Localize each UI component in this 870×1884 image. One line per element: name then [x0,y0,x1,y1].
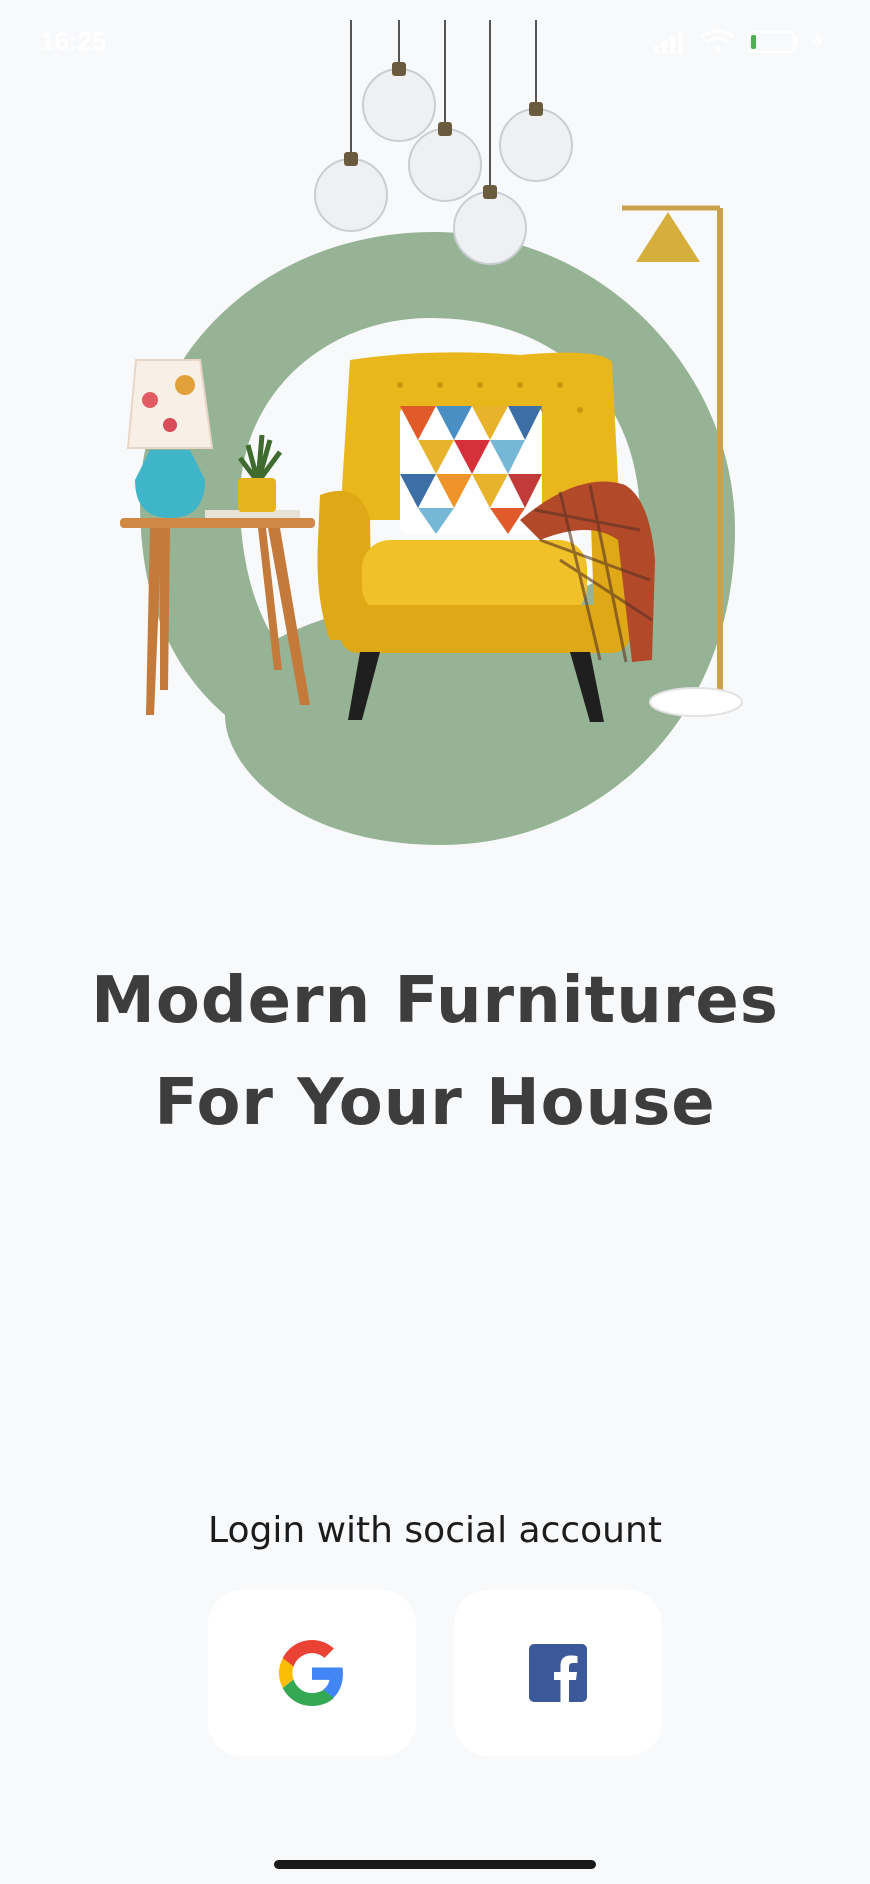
headline-line-2: For Your House [154,1066,716,1140]
battery-icon [747,31,798,53]
signal-icon [654,31,683,54]
status-time: 16:25 [40,26,107,56]
home-indicator[interactable] [274,1860,596,1869]
patterned-cushion [400,406,542,534]
headline-line-1: Modern Furnitures [91,964,779,1038]
facebook-login-button[interactable] [454,1590,662,1756]
table-lamp [126,359,214,518]
google-login-button[interactable] [208,1590,416,1756]
login-label: Login with social account [208,1510,662,1551]
status-icons [654,29,824,54]
charging-icon [812,32,824,52]
hero-illustration [0,0,870,870]
facebook-icon [529,1644,587,1702]
furniture-illustration [120,20,743,845]
headline: Modern Furnitures For Your House [0,950,870,1154]
google-icon [279,1640,343,1706]
status-bar: 16:25 [0,0,870,80]
wifi-icon [701,29,735,52]
